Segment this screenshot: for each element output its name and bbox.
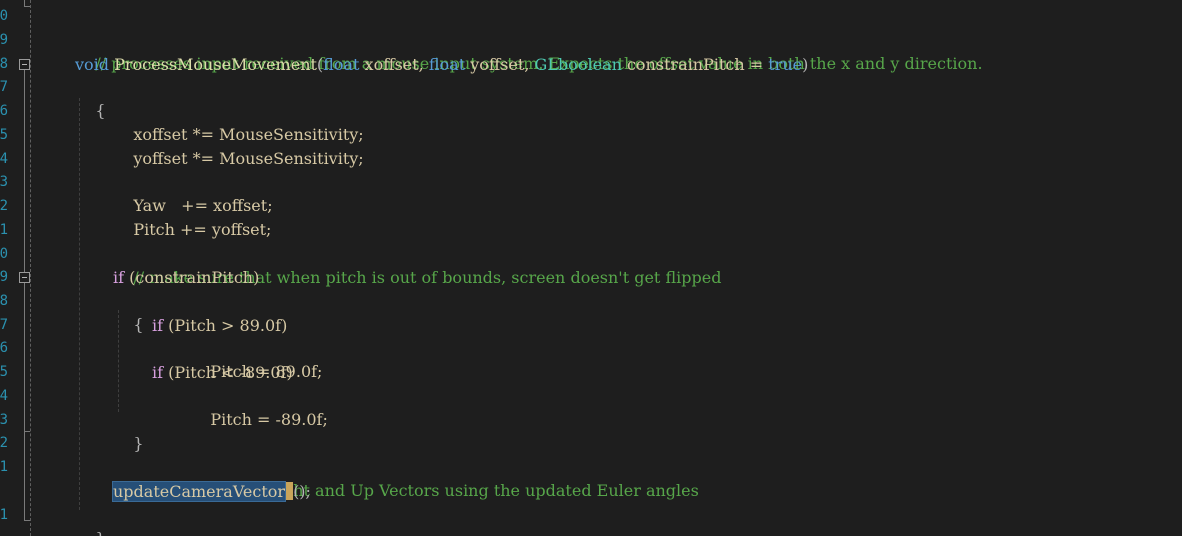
code-line: // update Front, Right and Up Vectors us… [113,456,699,500]
code-line: if (Pitch > 89.0f) [152,314,287,337]
collapse-box-icon[interactable] [19,272,30,283]
keyword-token: true [768,55,803,74]
code-line: if (constrainPitch) [113,266,259,289]
line-number: 8 [0,293,8,309]
line-number: 2 [0,435,8,451]
brace-token: } [95,529,105,536]
line-number: 0 [0,246,8,262]
text-cursor [285,482,294,500]
selected-identifier[interactable]: updateCameraVector [111,481,287,502]
line-number: 1 [0,222,8,238]
line-number: 0 [0,8,8,24]
line-number: 5 [0,364,8,380]
function-name-token: ProcessMouseMovement [114,55,317,74]
line-number: 9 [0,269,8,285]
line-number: 6 [0,340,8,356]
code-line: } [75,504,105,536]
fold-region-end [24,6,30,7]
code-line: // make sure that when pitch is out of b… [113,243,721,287]
keyword-token: void [75,55,110,74]
brace-token: { [133,315,144,334]
code-line: Pitch = 89.0f; [190,337,322,381]
condition-token: (Pitch < -89.0f) [163,363,293,382]
line-number: 4 [0,388,8,404]
parameter-token: xoffset, [359,55,429,74]
brace-token: } [133,434,144,453]
line-number: 7 [0,79,8,95]
indent-guide [79,98,80,510]
code-line: { [75,76,105,120]
line-number: 5 [0,127,8,143]
code-line: if (Pitch < -89.0f) [152,361,293,384]
code-editor[interactable]: 0 9 8 7 6 5 4 3 2 1 0 9 8 7 6 5 4 3 2 1 … [0,0,1182,536]
code-line: xoffset *= MouseSensitivity; [113,100,363,144]
keyword-token: if [152,363,164,382]
statement-text: Pitch += yoffset; [133,220,272,239]
code-line: { [113,290,143,334]
line-number: 7 [0,317,8,333]
code-line: } [113,409,143,453]
margin-divider [30,0,31,536]
line-number: 1 [0,507,8,523]
line-number: 1 [0,459,8,475]
line-number: 3 [0,412,8,428]
line-number: 9 [0,32,8,48]
line-number: 4 [0,151,8,167]
code-line: void ProcessMouseMovement(float xoffset,… [75,53,808,76]
parameter-token: constrainPitch = [621,55,769,74]
brace-token: { [95,101,106,120]
line-number: 6 [0,103,8,119]
keyword-token: if [113,268,125,287]
code-line: Pitch = -89.0f; [190,385,328,429]
condition-token: (constrainPitch) [124,268,260,287]
code-line: yoffset *= MouseSensitivity; [113,124,363,168]
code-line: updateCameraVector (); [111,480,311,503]
condition-token: (Pitch > 89.0f) [163,316,288,335]
line-number: 2 [0,198,8,214]
keyword-token: float [323,55,360,74]
fold-region-end [24,520,30,521]
code-line: Pitch += yoffset; [113,195,271,239]
fold-region-end [24,431,30,432]
statement-text: yoffset *= MouseSensitivity; [133,149,364,168]
punctuation-token: (); [293,482,311,501]
code-line: // processes input received from a mouse… [75,29,982,73]
collapse-box-icon[interactable] [19,59,30,70]
type-token: GLboolean [534,55,622,74]
statement-text: Pitch = -89.0f; [210,410,328,429]
line-number: 3 [0,174,8,190]
punctuation-token: ) [802,55,809,74]
fold-region-line [24,283,25,431]
line-number: 8 [0,56,8,72]
parameter-token: yoffset, [465,55,535,74]
keyword-token: if [152,316,164,335]
code-line: Yaw += xoffset; [113,171,272,215]
line-number-gutter: 0 9 8 7 6 5 4 3 2 1 0 9 8 7 6 5 4 3 2 1 … [0,0,8,536]
keyword-token: float [428,55,466,74]
